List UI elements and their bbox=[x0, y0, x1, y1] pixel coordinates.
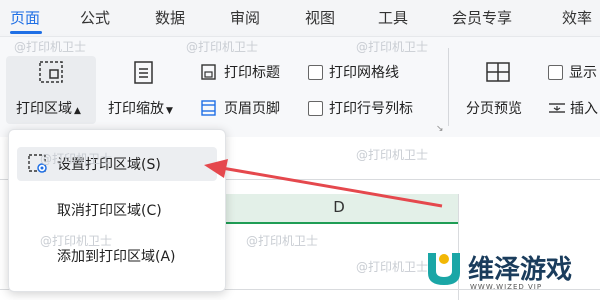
brand-logo-icon bbox=[428, 253, 460, 285]
print-gridlines-label: 打印网格线 bbox=[329, 65, 399, 81]
page-break-preview-label: 分页预览 bbox=[466, 101, 522, 117]
print-area-label: 打印区域 bbox=[16, 101, 72, 117]
chevron-up-icon: ▲ bbox=[74, 106, 81, 116]
insert-button[interactable]: 插入 bbox=[548, 98, 598, 118]
watermark: @打印机卫士 bbox=[186, 40, 259, 54]
brand-name: 维泽游戏 bbox=[468, 255, 573, 285]
add-print-area-label: 添加到打印区域(A) bbox=[57, 249, 176, 265]
print-row-col-labels-label: 打印行号列标 bbox=[329, 101, 413, 117]
brand-logo: 维泽游戏 WWW.WIZED VIP bbox=[420, 243, 600, 300]
red-arrow-annotation bbox=[204, 159, 443, 208]
tab-efficiency[interactable]: 效率 bbox=[562, 7, 592, 28]
watermark: @打印机卫士 bbox=[14, 40, 87, 54]
tab-tools[interactable]: 工具 bbox=[378, 7, 408, 28]
show-checkbox[interactable]: 显示 bbox=[548, 62, 597, 82]
print-titles-button[interactable]: 打印标题 bbox=[200, 62, 280, 82]
print-scale-icon bbox=[134, 61, 153, 84]
show-label: 显示 bbox=[569, 65, 597, 81]
tab-member[interactable]: 会员专享 bbox=[452, 7, 512, 28]
print-area-icon bbox=[39, 61, 63, 83]
print-scale-button[interactable]: 打印缩放 ▼ bbox=[100, 56, 190, 124]
header-footer-button[interactable]: 页眉页脚 bbox=[200, 98, 280, 118]
print-scale-label-wrap: 打印缩放 ▼ bbox=[108, 98, 173, 118]
watermark: @打印机卫士 bbox=[356, 40, 429, 54]
tab-page[interactable]: 页面 bbox=[10, 7, 40, 28]
tab-formulas[interactable]: 公式 bbox=[80, 7, 110, 28]
brand-url: WWW.WIZED VIP bbox=[470, 283, 543, 291]
insert-label: 插入 bbox=[570, 101, 598, 117]
checkbox-box[interactable] bbox=[308, 64, 323, 80]
watermark: @打印机卫士 bbox=[246, 234, 319, 248]
header-footer-label: 页眉页脚 bbox=[224, 101, 280, 117]
print-area-label-wrap: 打印区域 ▲ bbox=[16, 98, 81, 118]
page-break-preview-button[interactable]: 分页预览 bbox=[460, 56, 536, 124]
print-area-button[interactable]: 打印区域 ▲ bbox=[6, 56, 96, 124]
ribbon-group-separator bbox=[448, 48, 449, 126]
dialog-launcher-icon[interactable]: ↘ bbox=[436, 124, 444, 134]
watermark: @打印机卫士 bbox=[356, 260, 429, 274]
insert-icon bbox=[549, 103, 565, 113]
menu-item-cancel-print-area[interactable]: 取消打印区域(C) bbox=[17, 193, 217, 227]
print-titles-label: 打印标题 bbox=[224, 65, 280, 81]
print-row-col-labels-checkbox[interactable]: 打印行号列标 bbox=[308, 98, 413, 118]
ribbon-tab-bar: 页面 公式 数据 审阅 视图 工具 会员专享 效率 bbox=[0, 0, 600, 34]
cancel-print-area-label: 取消打印区域(C) bbox=[57, 203, 162, 219]
chevron-down-icon: ▼ bbox=[166, 106, 173, 116]
tab-view[interactable]: 视图 bbox=[305, 7, 335, 28]
page-break-preview-icon bbox=[486, 62, 510, 82]
print-gridlines-checkbox[interactable]: 打印网格线 bbox=[308, 62, 399, 82]
print-scale-label: 打印缩放 bbox=[108, 101, 164, 117]
tab-data[interactable]: 数据 bbox=[155, 7, 185, 28]
checkbox-box[interactable] bbox=[548, 64, 563, 80]
header-footer-icon bbox=[201, 100, 216, 116]
watermark: @打印机卫士 bbox=[40, 234, 113, 248]
checkbox-box[interactable] bbox=[308, 100, 323, 116]
watermark: @打印机卫士 bbox=[40, 152, 113, 166]
tab-review[interactable]: 审阅 bbox=[230, 7, 260, 28]
print-titles-icon bbox=[201, 64, 216, 80]
active-tab-indicator bbox=[10, 31, 42, 34]
